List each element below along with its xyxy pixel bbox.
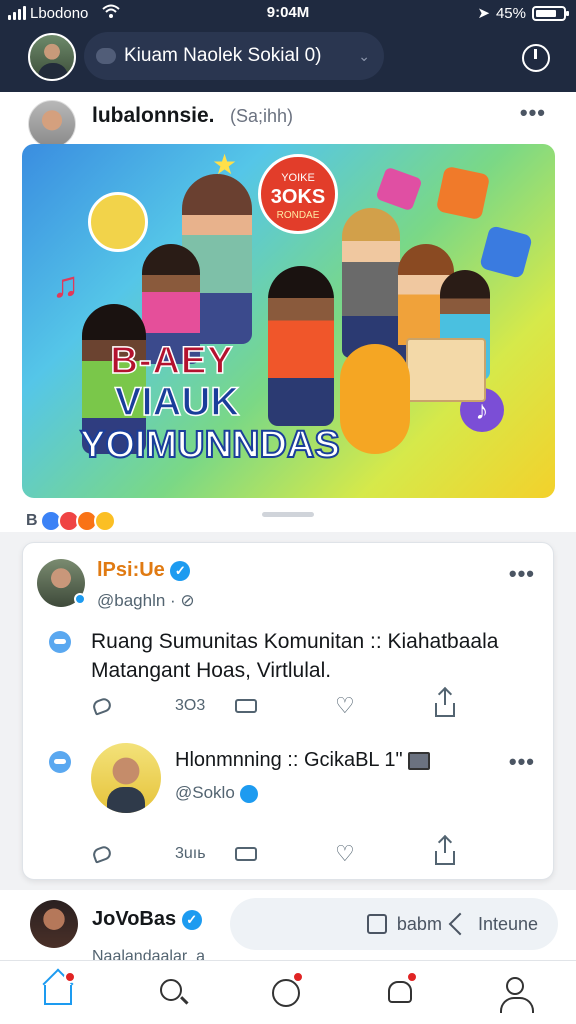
tile-icon — [375, 166, 423, 212]
location-icon: ➤ — [477, 5, 490, 22]
tweet1-text-line2: Matangant Hoas, Virtlulal. — [91, 659, 332, 682]
share-icon[interactable] — [435, 689, 455, 717]
tweet2-author-name: Hlonmnning :: GcikaBL 1" — [175, 749, 403, 771]
retweet-icon[interactable] — [235, 847, 257, 861]
tweet1-author-name: lPsi:Ue — [97, 559, 165, 581]
hero-image[interactable]: YOIKE 3OKS RONDAE ♫ ♪ ★ B-AEY VIAUK YOIM… — [22, 144, 555, 498]
reply-icon[interactable] — [91, 844, 113, 864]
retweet-count: 3uıь — [175, 845, 206, 862]
battery-percent: 45% — [495, 4, 526, 22]
home-icon — [44, 985, 72, 1005]
chat-bubble-icon — [96, 48, 116, 64]
power-icon[interactable] — [522, 44, 550, 72]
badge-sub-text: RONDAE — [276, 210, 320, 221]
hero-line-1: B-AEY — [110, 339, 234, 383]
notification-badge — [292, 971, 304, 983]
music-tile-icon — [479, 225, 533, 279]
status-right: ➤ 45% — [477, 4, 569, 22]
nav-communities[interactable] — [266, 971, 306, 1013]
communities-icon — [272, 979, 300, 1007]
community-title: Kiuam Naolek Sokial 0) — [124, 45, 322, 66]
more-options-icon[interactable]: ••• — [520, 100, 546, 126]
tweet1-actions: 3O3 ♡ — [89, 689, 499, 721]
tweet2-handle-text: @Soklo — [175, 783, 235, 802]
author-handle: (Sa;ihh) — [230, 106, 294, 126]
author-name-text: JoVoBas — [92, 908, 177, 930]
chevron-icon — [448, 912, 472, 936]
figure-boy-right — [342, 208, 400, 358]
author-name[interactable]: lubalonnsie. — [92, 104, 215, 128]
action-pill[interactable]: babm Inteune — [230, 898, 558, 950]
chevron-down-icon: ⌄ — [358, 47, 370, 64]
reply-icon[interactable] — [91, 696, 113, 716]
nav-profile[interactable] — [496, 973, 536, 1013]
paint-icon — [435, 165, 491, 221]
reactions-row[interactable]: B — [26, 510, 116, 532]
tweet2-avatar[interactable] — [91, 743, 161, 813]
status-bar: Lbodono 9:04M ➤ 45% — [0, 0, 576, 26]
compose-icon — [366, 914, 387, 934]
retweet-icon[interactable] — [235, 699, 257, 713]
post-preview: JoVoBas ✓ Naalandaalar_a babm Inteune — [0, 890, 576, 960]
user-icon — [500, 977, 534, 1013]
bell-icon — [388, 981, 412, 1003]
retweet-count: 3O3 — [175, 697, 206, 714]
thread-card: lPsi:Ue ✓ @baghln · ⊘ ••• Ruang Sumunita… — [22, 542, 554, 880]
hero-line-2: VIAUK — [114, 379, 240, 425]
action-label-2[interactable]: Inteune — [478, 914, 538, 935]
nav-home[interactable] — [38, 971, 78, 1013]
verified-icon: ✓ — [181, 909, 202, 930]
share-icon[interactable] — [435, 837, 455, 865]
tweet1-avatar[interactable] — [37, 559, 86, 607]
music-note-icon: ♫ — [52, 264, 79, 305]
drag-handle[interactable] — [262, 512, 314, 517]
battery-icon — [532, 5, 569, 21]
badge-main-text: 3OKS — [270, 186, 326, 208]
tweet1-text-line1: Ruang Sumunitas Komunitan :: Kiahatbaala — [91, 630, 499, 653]
online-dot — [74, 593, 86, 605]
heart-icon[interactable]: ♡ — [335, 693, 355, 719]
card-icon — [408, 751, 431, 770]
tweet1-author[interactable]: lPsi:Ue ✓ — [97, 559, 191, 582]
reaction-label: B — [26, 512, 38, 529]
thread-icon-2 — [49, 751, 71, 773]
action-label-1[interactable]: babm — [397, 914, 442, 935]
tweet1-handle: @baghln · ⊘ — [97, 591, 195, 610]
badge-top-text: YOIKE — [281, 172, 315, 184]
author-avatar[interactable] — [28, 100, 76, 148]
thread-icon — [49, 631, 71, 653]
notification-badge — [406, 971, 418, 983]
haha-reaction-icon — [93, 510, 116, 532]
trophy-badge-icon — [88, 192, 148, 252]
hero-line-3: YOIMUNNDAS — [79, 423, 341, 467]
tweet2-author[interactable]: Hlonmnning :: GcikaBL 1" — [175, 749, 431, 772]
profile-avatar[interactable] — [28, 33, 76, 81]
tweet1-text: Ruang Sumunitas Komunitan :: Kiahatbaala… — [91, 627, 541, 685]
heart-icon[interactable]: ♡ — [335, 841, 355, 867]
verified-icon: ✓ — [170, 560, 191, 581]
community-selector[interactable]: Kiuam Naolek Sokial 0) ⌄ — [84, 32, 384, 80]
author-avatar[interactable] — [30, 900, 78, 948]
author-name[interactable]: JoVoBas ✓ — [92, 908, 202, 931]
post-preview-text: Naalandaalar_a — [92, 948, 205, 960]
more-options-icon[interactable]: ••• — [509, 561, 535, 587]
tweet2-handle: @Soklo — [175, 783, 258, 803]
tweet2-actions: 3uıь ♡ — [89, 837, 499, 869]
verified-icon — [239, 784, 258, 803]
post-hero: lubalonnsie. (Sa;ihh) ••• YOIKE 3OKS RON… — [0, 92, 576, 532]
search-icon — [160, 979, 182, 1001]
bottom-nav — [0, 960, 576, 1024]
nav-search[interactable] — [152, 973, 192, 1013]
nav-notifications[interactable] — [380, 971, 420, 1013]
app-header: Kiuam Naolek Sokial 0) ⌄ — [0, 26, 576, 92]
desk — [406, 338, 486, 402]
notification-badge — [64, 971, 76, 983]
more-options-icon[interactable]: ••• — [509, 749, 535, 775]
